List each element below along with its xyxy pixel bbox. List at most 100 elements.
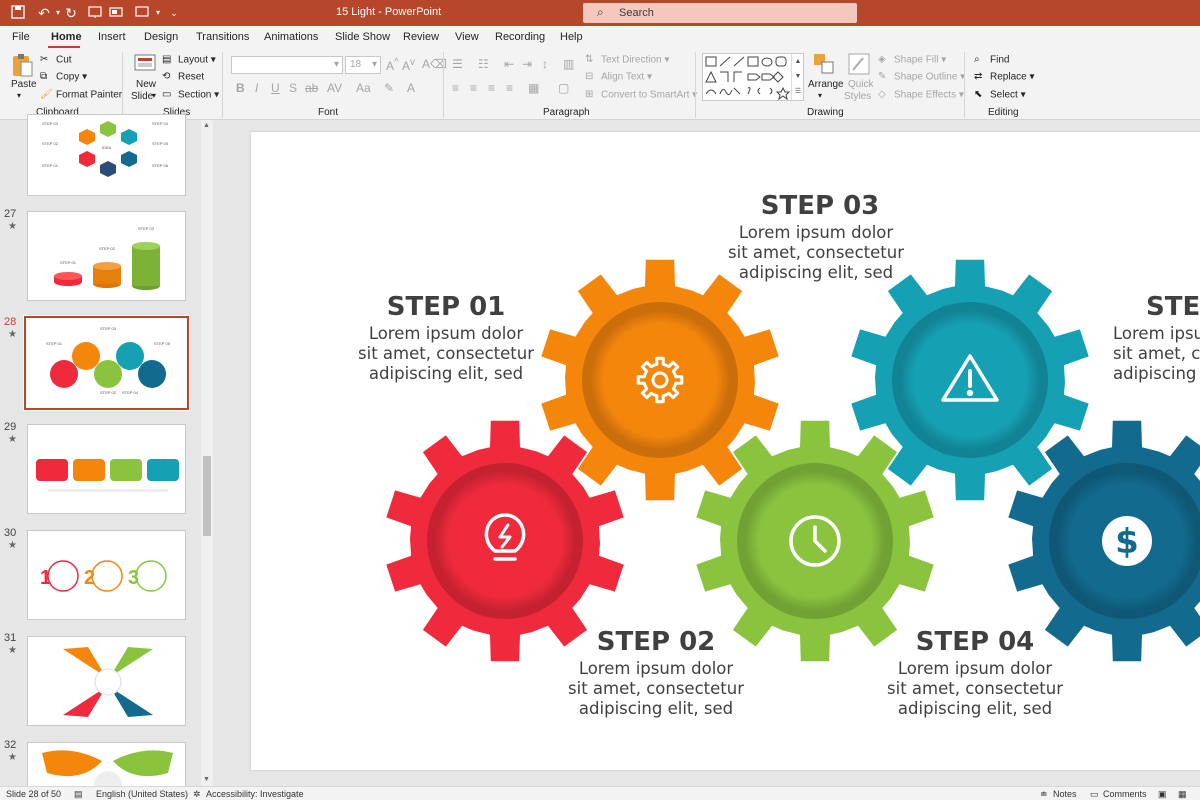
arrange-button[interactable]: [812, 52, 836, 79]
section-button[interactable]: ▭ Section ▾: [162, 89, 219, 101]
line-spacing-icon[interactable]: ↕: [542, 57, 548, 71]
slide-number: 32: [4, 739, 17, 751]
shape-outline-button[interactable]: ✎ Shape Outline ▾: [878, 71, 965, 83]
paragraph-group-label: Paragraph: [543, 107, 590, 118]
select-button[interactable]: ⬉ Select ▾: [974, 89, 1026, 101]
font-size-select[interactable]: 18 ▾: [345, 56, 381, 74]
tab-file[interactable]: File: [12, 31, 30, 43]
select-label: Select: [990, 89, 1018, 101]
step-04-line-1: Lorem ipsum dolor: [897, 659, 1053, 678]
text-direction-button[interactable]: ⇅ Text Direction ▾: [585, 54, 669, 66]
underline-icon[interactable]: U: [271, 81, 280, 95]
new-slide-button[interactable]: [134, 54, 156, 75]
align-right-icon[interactable]: ≡: [488, 81, 495, 95]
shape-fill-button[interactable]: ◈ Shape Fill ▾: [878, 54, 946, 66]
slide-thumbnail-26[interactable]: STEP 03 STEP 04 STEP 02 STEP 05 STEP 01 STEP …: [27, 114, 186, 196]
tab-review[interactable]: Review: [403, 31, 439, 43]
align-center-icon[interactable]: ≡: [470, 81, 477, 95]
comments-button[interactable]: Comments: [1103, 789, 1147, 799]
search-icon: ⌕: [974, 54, 980, 65]
slide-thumbnail-30[interactable]: 1 2 3: [27, 530, 186, 620]
scroll-up-icon[interactable]: ▲: [203, 122, 210, 129]
save-icon[interactable]: [10, 5, 26, 21]
font-color-icon[interactable]: A: [407, 81, 415, 95]
convert-smartart-button[interactable]: ⊞ Convert to SmartArt ▾: [585, 89, 697, 101]
tab-insert[interactable]: Insert: [98, 31, 126, 43]
arrange-dropdown-icon[interactable]: ▾: [818, 91, 822, 100]
cut-button[interactable]: ✂ Cut: [40, 54, 72, 66]
char-spacing-icon[interactable]: AV: [327, 81, 342, 95]
quick-styles-button[interactable]: [847, 52, 871, 79]
paste-dropdown-icon[interactable]: ▾: [17, 91, 21, 100]
slideshow-icon[interactable]: [108, 5, 124, 21]
redo-icon[interactable]: ↻: [63, 5, 79, 21]
svg-text:STEP 01: STEP 01: [46, 341, 63, 346]
slide-thumbnail-28[interactable]: STEP 01 STEP 03 STEP 05 STEP 02 STEP 04: [23, 315, 190, 411]
customize-toolbar-icon[interactable]: ⌄: [166, 5, 182, 21]
shape-effects-button[interactable]: ◇ Shape Effects ▾: [878, 89, 964, 101]
tab-home[interactable]: Home: [51, 31, 82, 43]
spellcheck-icon[interactable]: ▤: [74, 789, 83, 800]
columns-icon[interactable]: ▥: [563, 57, 574, 71]
tab-help[interactable]: Help: [560, 31, 583, 43]
notes-button[interactable]: Notes: [1053, 789, 1077, 799]
bold-icon[interactable]: B: [236, 81, 245, 95]
highlight-icon[interactable]: ✎: [384, 81, 394, 95]
color-dropdown-icon[interactable]: ▾: [150, 5, 166, 21]
font-family-select[interactable]: ▾: [231, 56, 343, 74]
reset-button[interactable]: ⟲ Reset: [162, 71, 204, 83]
change-case-icon[interactable]: Aa: [356, 81, 371, 95]
tab-design[interactable]: Design: [144, 31, 178, 43]
cut-label: Cut: [56, 54, 72, 66]
shadow-icon[interactable]: S: [289, 81, 297, 95]
tab-recording[interactable]: Recording: [495, 31, 545, 43]
current-slide[interactable]: $ STEP 01 Lorem ipsum dolor sit amet, co…: [251, 132, 1200, 770]
slide-thumbnail-27[interactable]: STEP 01 STEP 02 STEP 03: [27, 211, 186, 301]
slide-panel-scrollbar[interactable]: [201, 120, 213, 786]
distribute-icon[interactable]: ▦: [528, 81, 539, 95]
tab-slide-show[interactable]: Slide Show: [335, 31, 390, 43]
increase-font-icon[interactable]: A^: [386, 57, 399, 73]
layout-button[interactable]: ▤ Layout ▾: [162, 54, 216, 66]
align-left-icon[interactable]: ≡: [452, 81, 459, 95]
normal-view-icon[interactable]: ▣: [1158, 789, 1167, 800]
slide-thumbnail-29[interactable]: [27, 424, 186, 514]
strikethrough-icon[interactable]: ab: [305, 81, 318, 95]
shapes-gallery[interactable]: ▲ ▼ ☰: [702, 53, 804, 101]
find-label: Find: [990, 54, 1010, 66]
justify-icon[interactable]: ≡: [506, 81, 513, 95]
svg-text:$: $: [1115, 522, 1139, 562]
slide-thumbnail-31[interactable]: [27, 636, 186, 726]
decrease-font-icon[interactable]: Av: [402, 57, 415, 73]
step-02-line-2: sit amet, consectetur: [568, 679, 744, 698]
find-button[interactable]: ⌕ Find: [974, 54, 1009, 66]
accessibility-status[interactable]: Accessibility: Investigate: [206, 789, 304, 799]
slide-sorter-icon[interactable]: ▦: [1178, 789, 1187, 800]
slide-number: 31: [4, 632, 17, 644]
increase-indent-icon[interactable]: ⇥: [522, 57, 532, 71]
language-indicator[interactable]: English (United States): [96, 789, 188, 799]
format-painter-button[interactable]: 🖌 Format Painter: [40, 89, 122, 101]
search-input[interactable]: ⌕ Search: [583, 3, 857, 23]
align-text-button[interactable]: ⊟ Align Text ▾: [585, 71, 652, 83]
shape-color-icon[interactable]: [134, 5, 150, 21]
step-05-title: STEP 05: [1146, 292, 1200, 322]
italic-icon[interactable]: I: [255, 81, 258, 95]
scroll-down-icon[interactable]: ▼: [203, 776, 210, 783]
paste-label: Paste: [11, 79, 37, 90]
shapes-gallery-icons: [705, 56, 791, 101]
text-box-icon[interactable]: ▢: [558, 81, 569, 95]
gallery-scroll[interactable]: ▲ ▼ ☰: [791, 54, 804, 100]
scrollbar-thumb[interactable]: [203, 456, 211, 536]
new-slide-dropdown-icon[interactable]: ▾: [152, 91, 156, 100]
copy-button[interactable]: ⧉ Copy ▾: [40, 71, 87, 83]
tab-transitions[interactable]: Transitions: [196, 31, 249, 43]
tab-view[interactable]: View: [455, 31, 479, 43]
present-icon[interactable]: [87, 5, 103, 21]
numbering-icon[interactable]: ☷: [478, 57, 489, 71]
bullets-icon[interactable]: ☰: [452, 57, 463, 71]
replace-button[interactable]: ⇄ Replace ▾: [974, 71, 1035, 83]
tab-animations[interactable]: Animations: [264, 31, 318, 43]
slide-thumbnail-32[interactable]: [27, 742, 186, 792]
decrease-indent-icon[interactable]: ⇤: [504, 57, 514, 71]
